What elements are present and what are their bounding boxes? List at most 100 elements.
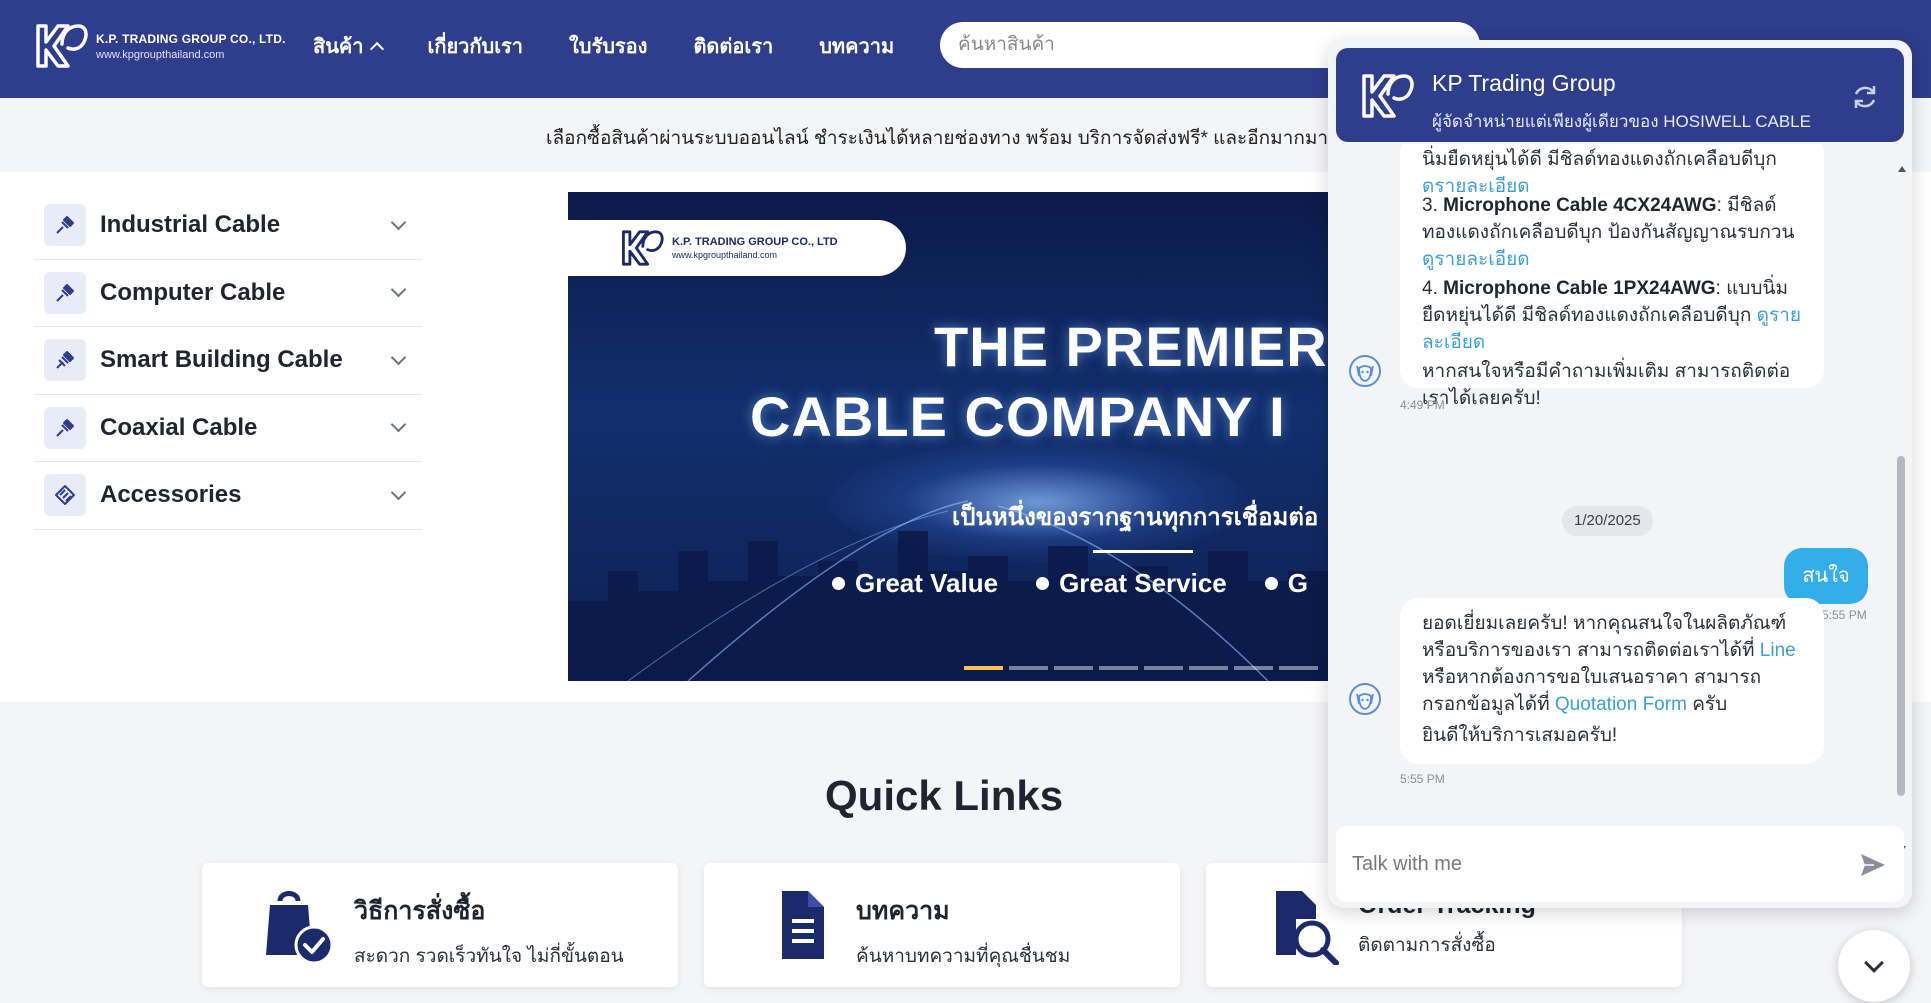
carousel-dot[interactable] [964,666,1003,670]
send-icon[interactable] [1858,850,1888,880]
hero-bullet: Great Value [832,568,998,599]
quick-link-articles[interactable]: บทความ ค้นหาบทความที่คุณชื่นชม [704,863,1180,987]
chat-header: KP Trading Group ผู้จัดจำหน่ายแต่เพียงผู… [1336,48,1904,142]
hero-title-line-2: CABLE COMPANY I [750,385,1286,448]
bot-message: ยอดเยี่ยมเลยครับ! หากคุณสนใจในผลิตภัณฑ์ห… [1400,598,1824,764]
category-list: Industrial Cable Computer Cable Smart Bu… [34,192,422,530]
bullet-dot-icon [1036,577,1050,590]
product-name: Microphone Cable 4CX24AWG [1443,195,1717,216]
logo-company-name: K.P. TRADING GROUP CO., LTD. [96,31,286,46]
carousel-dot[interactable] [1279,666,1318,670]
bullet-dot-icon [832,577,845,590]
carousel-dot[interactable] [1234,666,1273,670]
list-number: 4. [1422,278,1438,299]
chevron-down-icon[interactable] [390,214,407,231]
hero-banner[interactable]: K.P. TRADING GROUP CO., LTD www.kpgroupt… [568,192,1330,681]
user-message: สนใจ [1784,548,1868,604]
hero-bullet: G [1264,568,1308,599]
category-label: Accessories [100,481,242,509]
carousel-dot[interactable] [1189,666,1228,670]
site-logo[interactable]: K.P. TRADING GROUP CO., LTD. www.kpgroup… [32,20,286,72]
nav-item-contact[interactable]: ติดต่อเรา [693,30,773,62]
date-divider: 1/20/2025 [1562,506,1653,536]
category-label: Computer Cable [100,278,286,306]
nav-item-label: เกี่ยวกับเรา [427,36,524,58]
hero-bullet-label: Great Service [1059,568,1227,598]
quotation-form-link[interactable]: Quotation Form [1555,694,1687,715]
carousel-dot[interactable] [1099,666,1138,670]
chat-scrollbar[interactable] [1892,144,1908,852]
scrollbar-thumb[interactable] [1897,456,1905,796]
chat-agent-tagline: ผู้จัดจำหน่ายแต่เพียงผู้เดียวของ HOSIWEL… [1432,112,1811,131]
cable-icon [44,204,86,247]
chat-messages: นิ่มยืดหยุ่นได้ดี มีชิลด์ทองแดงถักเคลือบ… [1328,144,1912,804]
nav-item-products[interactable]: สินค้า [313,30,384,62]
chat-message-input[interactable] [1336,826,1836,902]
message-timestamp: 5:55 PM [1400,772,1445,786]
hero-pill-company: K.P. TRADING GROUP CO., LTD [672,236,838,248]
kp-logo-icon [36,24,88,68]
quick-link-title: บทความ [856,897,950,925]
quick-link-desc: ค้นหาบทความที่คุณชื่นชม [856,946,1071,967]
message-text: ครับ [1692,694,1728,715]
cable-icon [44,406,86,449]
message-text: ยอดเยี่ยมเลยครับ! หากคุณสนใจในผลิตภัณฑ์ห… [1422,613,1787,661]
connector-icon [44,474,86,517]
chevron-down-icon[interactable] [390,349,407,366]
chevron-down-icon[interactable] [390,281,407,298]
carousel-dot[interactable] [1144,666,1183,670]
quick-link-desc: สะดวก รวดเร็วทันใจ ไม่กี่ขั้นตอน [354,946,624,967]
hero-bullet: Great Service [1036,568,1227,599]
nav-item-label: สินค้า [313,36,364,58]
hero-title-line-1: THE PREMIER [934,315,1328,378]
chat-collapse-button[interactable] [1838,930,1910,1002]
logo-url: www.kpgroupthailand.com [96,48,225,61]
kp-logo-icon [1362,74,1414,118]
scroll-up-icon[interactable] [1898,166,1906,172]
hero-bullet-label: G [1287,568,1308,598]
message-text: นิ่มยืดหยุ่นได้ดี มีชิลด์ทองแดงถักเคลือบ… [1422,149,1777,170]
line-link[interactable]: Line [1760,640,1796,661]
nav-item-certificates[interactable]: ใบรับรอง [569,30,647,62]
category-item-smart-building-cable[interactable]: Smart Building Cable [34,327,422,395]
nav-item-label: ใบรับรอง [569,36,648,58]
message-text: ยินดีให้บริการเสมอครับ! [1422,725,1618,746]
chevron-down-icon [1864,953,1884,973]
refresh-icon[interactable] [1850,82,1880,112]
nav-item-label: ติดต่อเรา [693,36,774,58]
category-item-computer-cable[interactable]: Computer Cable [34,260,422,327]
nav-item-articles[interactable]: บทความ [819,30,894,62]
cable-icon [44,339,86,382]
quick-link-title: วิธีการสั่งซื้อ [354,897,486,925]
category-item-accessories[interactable]: Accessories [34,462,422,530]
carousel-dot[interactable] [1054,666,1093,670]
hero-bullets: Great Value Great Service G [832,568,1308,599]
hero-divider [1093,550,1193,553]
category-label: Smart Building Cable [100,346,343,374]
document-icon [782,891,824,959]
category-label: Coaxial Cable [100,413,258,441]
chevron-down-icon[interactable] [390,484,407,501]
category-item-industrial-cable[interactable]: Industrial Cable [34,192,422,260]
nav-item-label: บทความ [819,36,895,58]
quick-link-how-to-order[interactable]: วิธีการสั่งซื้อ สะดวก รวดเร็วทันใจ ไม่กี… [202,863,678,987]
carousel-dot[interactable] [1009,666,1048,670]
chat-widget: KP Trading Group ผู้จัดจำหน่ายแต่เพียงผู… [1328,40,1912,908]
product-name: Microphone Cable 1PX24AWG [1443,278,1716,299]
main-nav: สินค้า เกี่ยวกับเรา ใบรับรอง ติดต่อเรา บ… [313,30,894,62]
bot-avatar-icon [1349,355,1381,387]
message-text: หากสนใจหรือมีคำถามเพิ่มเติม สามารถติดต่อ… [1422,361,1791,409]
category-item-coaxial-cable[interactable]: Coaxial Cable [34,395,422,462]
product-detail-link[interactable]: ดูรายละเอียด [1422,249,1530,270]
carousel-pagination [964,666,1318,670]
bot-message: 3. Microphone Cable 4CX24AWG: มีชิลด์ทอง… [1400,192,1824,409]
hero-subtitle: เป็นหนึ่งของรากฐานทุกการเชื่อมต่อ [952,504,1319,531]
nav-item-about[interactable]: เกี่ยวกับเรา [428,30,524,62]
message-timestamp: 5:55 PM [1822,608,1867,622]
bot-avatar-icon [1349,683,1381,715]
chevron-down-icon[interactable] [390,416,407,433]
kp-logo-icon [622,230,664,266]
hero-brand-pill: K.P. TRADING GROUP CO., LTD www.kpgroupt… [568,220,906,276]
promo-text: เลือกซื้อสินค้าผ่านระบบออนไลน์ ชำระเงินไ… [546,128,1340,149]
chat-agent-name: KP Trading Group [1432,70,1616,96]
